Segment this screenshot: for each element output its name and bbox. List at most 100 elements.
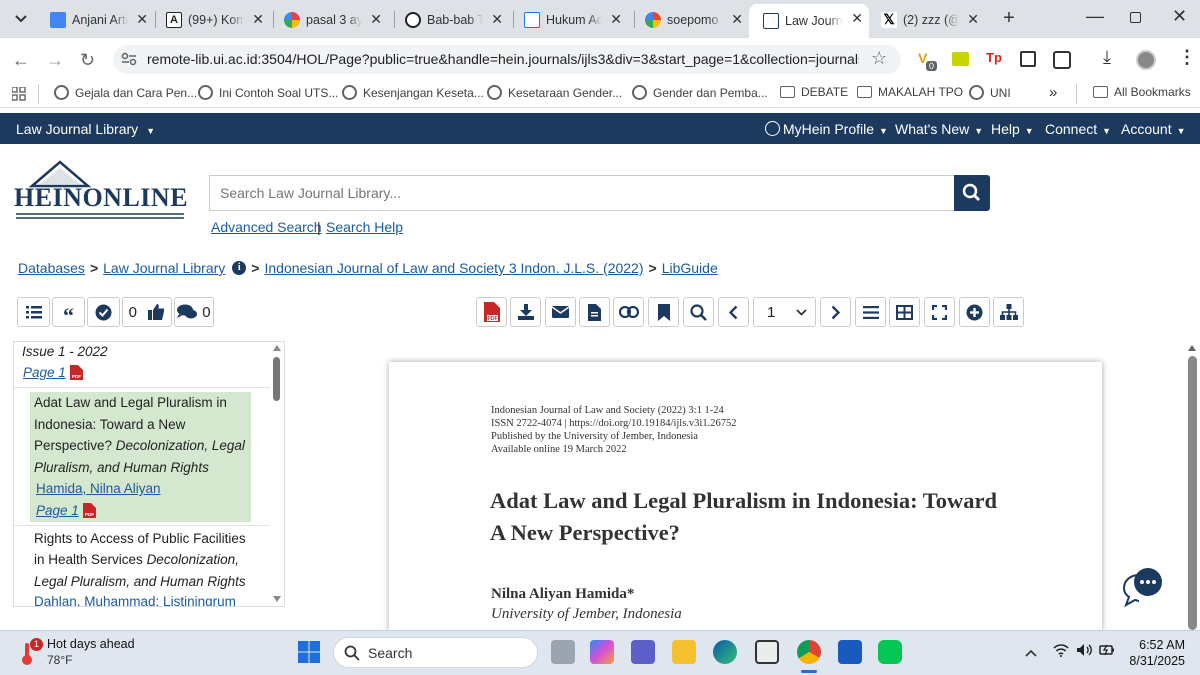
page-scrollbar[interactable] (1186, 342, 1199, 630)
tab-close-icon[interactable]: ✕ (252, 11, 264, 28)
bookmark-item[interactable]: DEBATE (780, 85, 848, 99)
search-button[interactable] (954, 175, 990, 211)
nav-help[interactable]: Help ▼ (991, 121, 1034, 137)
download-icon[interactable]: ⤓ (1103, 47, 1111, 68)
browser-tab[interactable]: 𝕏 (2) zzz (@r ✕ (873, 5, 985, 34)
comments-button[interactable]: 0 (174, 297, 214, 327)
weather-widget[interactable]: 1 Hot days ahead 78°F (18, 636, 158, 670)
page-select[interactable]: 1 (753, 297, 816, 327)
document-button[interactable] (579, 297, 610, 327)
fullscreen-button[interactable] (924, 297, 955, 327)
article-page-link[interactable]: Page 1 PDF (36, 500, 96, 522)
pdf-button[interactable]: PDF (476, 297, 507, 327)
find-button[interactable] (683, 297, 714, 327)
browser-tab[interactable]: Law Journa ✕ (749, 4, 869, 38)
site-info-icon[interactable] (121, 52, 137, 66)
clock-date[interactable]: 8/31/2025 (1125, 654, 1185, 668)
browser-tab[interactable]: pasal 3 aya ✕ (276, 5, 388, 34)
text-view-button[interactable] (855, 297, 886, 327)
scroll-thumb[interactable] (1188, 356, 1197, 630)
scroll-up-arrow[interactable] (1188, 345, 1196, 351)
breadcrumb-law-journal-library[interactable]: Law Journal Library (103, 260, 225, 276)
collection-menu[interactable]: Law Journal Library ▼ (16, 121, 155, 137)
edge-icon[interactable] (713, 640, 737, 664)
tab-close-icon[interactable]: ✕ (851, 10, 863, 27)
email-button[interactable] (545, 297, 576, 327)
back-arrow-icon[interactable]: ← (12, 50, 30, 70)
file-explorer-icon[interactable] (672, 640, 696, 664)
minimize-button[interactable]: — (1086, 6, 1104, 27)
line-icon[interactable] (878, 640, 902, 664)
volume-icon[interactable] (1076, 643, 1092, 657)
bookmark-item[interactable]: Gejala dan Cara Pen... (54, 85, 197, 100)
extension-icon-tp[interactable]: Tp (986, 50, 1002, 65)
battery-icon[interactable] (1099, 643, 1115, 657)
nav-whats-new[interactable]: What's New ▼ (895, 121, 983, 137)
bookmark-item[interactable]: Ini Contoh Soal UTS... (198, 85, 338, 100)
tab-close-icon[interactable]: ✕ (731, 11, 743, 28)
apps-grid-icon[interactable] (11, 86, 26, 101)
menu-kebab-icon[interactable]: ⋮ (1178, 47, 1196, 68)
browser-tab[interactable]: A (99+) Kom ✕ (158, 5, 270, 34)
cite-button[interactable]: “ (52, 297, 85, 327)
issue-page-link[interactable]: Page 1 PDF (23, 362, 83, 384)
clock-time[interactable]: 6:52 AM (1135, 638, 1185, 652)
nav-connect[interactable]: Connect ▼ (1045, 121, 1111, 137)
extension-icon-line[interactable] (952, 52, 969, 66)
tab-close-icon[interactable]: ✕ (610, 11, 622, 28)
article-author-link[interactable]: Dahlan, Muhammad; Listiningrum (34, 593, 270, 606)
tab-close-icon[interactable]: ✕ (136, 11, 148, 28)
bookmark-item[interactable]: MAKALAH TPO (857, 85, 963, 99)
scroll-down-arrow[interactable] (273, 596, 281, 602)
task-view-icon[interactable] (551, 640, 575, 664)
chrome-icon[interactable] (797, 640, 821, 664)
new-tab-button[interactable]: + (999, 7, 1019, 30)
download-button[interactable] (510, 297, 541, 327)
forward-arrow-icon[interactable]: → (46, 50, 64, 70)
browser-tab[interactable]: Hukum Ad ✕ (516, 5, 628, 34)
tab-close-icon[interactable]: ✕ (491, 11, 503, 28)
teams-icon[interactable] (631, 640, 655, 664)
bookmark-item[interactable]: UNI (969, 85, 1011, 100)
article-title-line[interactable]: Rights to Access of Public Facilities (34, 528, 246, 550)
article-author-link[interactable]: Hamida, Nilna Aliyan (36, 478, 161, 500)
bookmark-button[interactable] (648, 297, 679, 327)
tray-chevron-icon[interactable] (1025, 644, 1037, 657)
scroll-up-arrow[interactable] (273, 345, 281, 351)
grid-view-button[interactable] (889, 297, 920, 327)
copilot-icon[interactable] (590, 640, 614, 664)
bookmark-item[interactable]: Kesenjangan Keseta... (342, 85, 484, 100)
store-icon[interactable] (755, 640, 779, 664)
check-button[interactable] (87, 297, 120, 327)
toc-list-button[interactable] (17, 297, 50, 327)
browser-tab[interactable]: Anjani Artik ✕ (42, 5, 154, 34)
bookmark-item[interactable]: Gender dan Pemba... (632, 85, 768, 100)
add-button[interactable] (959, 297, 990, 327)
tab-close-icon[interactable]: ✕ (967, 11, 979, 28)
search-input[interactable] (209, 175, 955, 211)
next-page-button[interactable] (820, 297, 851, 327)
bookmark-item[interactable]: Kesetaraan Gender... (487, 85, 622, 100)
tab-search-button[interactable] (8, 8, 34, 30)
start-button[interactable] (297, 640, 321, 664)
advanced-search-link[interactable]: Advanced Search (211, 219, 322, 235)
scroll-thumb[interactable] (273, 357, 280, 401)
browser-tab[interactable]: Bab-bab Te ✕ (397, 5, 509, 34)
all-bookmarks-button[interactable]: All Bookmarks (1093, 85, 1191, 99)
wifi-icon[interactable] (1053, 643, 1069, 657)
word-icon[interactable] (838, 640, 862, 664)
nav-account[interactable]: Account ▼ (1121, 121, 1186, 137)
link-button[interactable] (613, 297, 644, 327)
heinonline-logo[interactable]: HEINONLINE (14, 160, 188, 222)
sitemap-button[interactable] (993, 297, 1024, 327)
breadcrumb-databases[interactable]: Databases (18, 260, 85, 276)
more-bookmarks-button[interactable]: » (1049, 84, 1057, 101)
puzzle-icon[interactable] (1053, 51, 1071, 69)
like-button[interactable]: 0 (122, 297, 172, 327)
bookmark-star-icon[interactable]: ☆ (871, 48, 887, 69)
nav-myhein-profile[interactable]: MyHein Profile ▼ (765, 121, 888, 137)
restore-button[interactable] (1130, 12, 1141, 23)
chat-button[interactable] (1121, 565, 1165, 609)
taskbar-search[interactable]: Search (333, 637, 538, 668)
previous-page-button[interactable] (718, 297, 749, 327)
